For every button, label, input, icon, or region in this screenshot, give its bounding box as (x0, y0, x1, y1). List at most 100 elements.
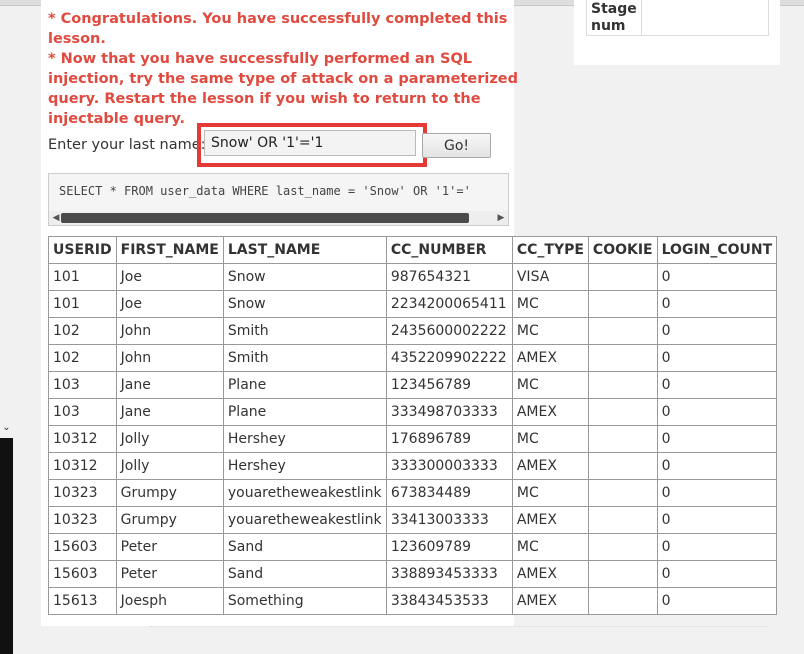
cell-login-count: 0 (656, 587, 778, 615)
cell-cc-number: 2234200065411 (385, 290, 513, 318)
cell-cookie (587, 452, 658, 480)
cell-cookie (587, 371, 658, 399)
header-cc-number: CC_NUMBER (385, 236, 513, 264)
cell-cookie (587, 290, 658, 318)
sql-query-box: SELECT * FROM user_data WHERE last_name … (48, 173, 509, 226)
table-row: 15603 Peter Sand 123609789 MC 0 (48, 533, 778, 561)
cell-first-name: Jolly (115, 452, 224, 480)
cell-login-count: 0 (656, 533, 778, 561)
cell-first-name: Jolly (115, 425, 224, 453)
horizontal-scrollbar[interactable]: ◀ ▶ (49, 211, 508, 225)
lesson-messages: * Congratulations. You have successfully… (48, 9, 518, 129)
cell-last-name: Hershey (222, 425, 387, 453)
table-header-row: USERID FIRST_NAME LAST_NAME CC_NUMBER CC… (48, 236, 778, 264)
stage-num-value (640, 0, 769, 36)
table-row: 15603 Peter Sand 338893453333 AMEX 0 (48, 560, 778, 588)
cell-cookie (587, 479, 658, 507)
cell-userid: 102 (48, 344, 117, 372)
cell-login-count: 0 (656, 263, 778, 291)
stage-num-label: Stage num (586, 0, 642, 36)
cell-cookie (587, 560, 658, 588)
cell-last-name: Smith (222, 344, 387, 372)
cell-cc-type: MC (511, 425, 589, 453)
cell-cc-number: 987654321 (385, 263, 513, 291)
cell-cc-number: 338893453333 (385, 560, 513, 588)
table-row: 15613 Joesph Something 33843453533 AMEX 0 (48, 587, 778, 615)
cell-userid: 10323 (48, 506, 117, 534)
cell-login-count: 0 (656, 371, 778, 399)
cell-first-name: Jane (115, 371, 224, 399)
cell-cc-type: MC (511, 317, 589, 345)
cell-last-name: Something (222, 587, 387, 615)
cell-last-name: Snow (222, 263, 387, 291)
cell-cc-type: AMEX (511, 587, 589, 615)
triangle-right-icon[interactable]: ▶ (495, 211, 507, 225)
scrollbar-thumb[interactable] (61, 213, 469, 223)
cell-last-name: Plane (222, 371, 387, 399)
cell-cookie (587, 344, 658, 372)
cell-first-name: Jane (115, 398, 224, 426)
cell-cc-number: 33843453533 (385, 587, 513, 615)
cell-last-name: Sand (222, 560, 387, 588)
cell-first-name: Peter (115, 560, 224, 588)
cell-first-name: Peter (115, 533, 224, 561)
cell-login-count: 0 (656, 560, 778, 588)
cell-userid: 10312 (48, 425, 117, 453)
cell-cc-number: 333300003333 (385, 452, 513, 480)
cell-first-name: John (115, 317, 224, 345)
cell-cc-type: MC (511, 533, 589, 561)
cell-cc-number: 123456789 (385, 371, 513, 399)
table-row: 10312 Jolly Hershey 176896789 MC 0 (48, 425, 778, 453)
cell-cookie (587, 425, 658, 453)
cell-userid: 103 (48, 371, 117, 399)
cell-userid: 102 (48, 317, 117, 345)
cell-cc-number: 673834489 (385, 479, 513, 507)
chevron-down-icon[interactable]: ⌄ (0, 420, 13, 436)
cell-cookie (587, 263, 658, 291)
message-congratulations: * Congratulations. You have successfully… (48, 11, 508, 47)
cell-userid: 101 (48, 263, 117, 291)
cell-cookie (587, 398, 658, 426)
cell-cc-type: AMEX (511, 452, 589, 480)
cell-login-count: 0 (656, 398, 778, 426)
go-button[interactable]: Go! (422, 133, 491, 158)
cell-cc-type: MC (511, 371, 589, 399)
bottom-divider (150, 626, 770, 629)
cell-userid: 15603 (48, 533, 117, 561)
cell-login-count: 0 (656, 290, 778, 318)
cell-login-count: 0 (656, 317, 778, 345)
table-row: 101 Joe Snow 987654321 VISA 0 (48, 263, 778, 291)
cell-userid: 10323 (48, 479, 117, 507)
table-row: 101 Joe Snow 2234200065411 MC 0 (48, 290, 778, 318)
cell-cookie (587, 317, 658, 345)
table-row: 103 Jane Plane 333498703333 AMEX 0 (48, 398, 778, 426)
cell-login-count: 0 (656, 425, 778, 453)
cell-cc-type: MC (511, 479, 589, 507)
table-row: 10323 Grumpy youaretheweakestlink 673834489… (48, 479, 778, 507)
header-last-name: LAST_NAME (222, 236, 387, 264)
stage-table: Stage num (586, 0, 769, 36)
cell-first-name: Joe (115, 263, 224, 291)
cell-cc-type: VISA (511, 263, 589, 291)
cell-login-count: 0 (656, 452, 778, 480)
left-dark-strip (0, 438, 13, 654)
cell-first-name: John (115, 344, 224, 372)
table-row: 10312 Jolly Hershey 333300003333 AMEX 0 (48, 452, 778, 480)
cell-userid: 15603 (48, 560, 117, 588)
cell-cc-type: AMEX (511, 506, 589, 534)
last-name-input[interactable] (204, 130, 416, 156)
cell-last-name: Plane (222, 398, 387, 426)
cell-cc-type: AMEX (511, 560, 589, 588)
cell-first-name: Joesph (115, 587, 224, 615)
cell-login-count: 0 (656, 344, 778, 372)
cell-first-name: Grumpy (115, 479, 224, 507)
cell-cc-type: AMEX (511, 398, 589, 426)
cell-cc-type: MC (511, 290, 589, 318)
cell-cookie (587, 587, 658, 615)
table-row: 103 Jane Plane 123456789 MC 0 (48, 371, 778, 399)
table-row: 102 John Smith 2435600002222 MC 0 (48, 317, 778, 345)
message-next-step: * Now that you have successfully perform… (48, 51, 518, 127)
cell-last-name: youaretheweakestlink (222, 479, 387, 507)
cell-userid: 103 (48, 398, 117, 426)
header-first-name: FIRST_NAME (115, 236, 224, 264)
